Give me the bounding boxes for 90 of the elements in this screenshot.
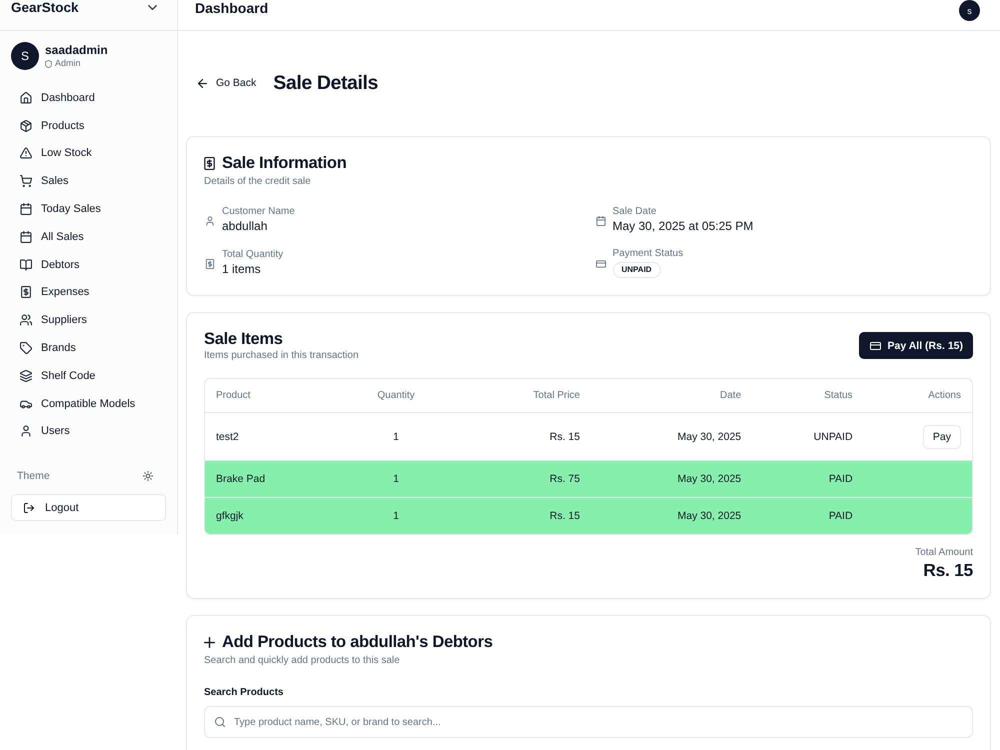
sidebar-item[interactable]: Shelf Code xyxy=(6,362,171,390)
sidebar-item[interactable]: Sales xyxy=(6,167,171,196)
receipt-dollar-icon xyxy=(20,286,32,298)
calendar-icon xyxy=(20,230,32,243)
pay-all-button[interactable]: Pay All (Rs. 15) xyxy=(858,332,973,359)
go-back-button[interactable]: Go Back xyxy=(187,70,264,96)
tag-icon xyxy=(20,342,32,354)
sidebar-item[interactable]: Suppliers xyxy=(6,306,171,334)
logout-icon xyxy=(24,502,34,513)
calendar-icon xyxy=(20,203,32,216)
page-title: Sale Details xyxy=(273,71,378,95)
sidebar-item[interactable]: Brands xyxy=(6,334,171,362)
home-icon xyxy=(20,92,32,104)
column-header: Total Price xyxy=(532,390,581,401)
total-label: Total Amount xyxy=(915,546,973,559)
field-label: Customer Name xyxy=(222,205,295,218)
table-cell-text: May 30, 2025 xyxy=(676,510,742,522)
table-cell-text: Rs. 15 xyxy=(548,430,581,442)
field-label: Sale Date xyxy=(612,205,656,218)
card-subtitle: Search and quickly add products to this sale xyxy=(204,654,401,667)
user-avatar[interactable]: s xyxy=(959,0,980,21)
user-role: Admin xyxy=(55,58,81,69)
table-cell-text: Rs. 75 xyxy=(548,473,581,485)
arrow-left-icon xyxy=(198,78,207,88)
card-title: Sale Items xyxy=(204,329,284,349)
receipt-dollar-icon xyxy=(205,259,215,269)
calendar-icon xyxy=(596,216,606,226)
pay-button[interactable]: Pay xyxy=(922,424,961,448)
chevron-down-icon[interactable] xyxy=(148,5,157,10)
user-name: saadadmin xyxy=(45,43,108,57)
total-amount: Rs. 15 xyxy=(923,559,973,581)
table-cell-text: gfkgjk xyxy=(215,510,244,522)
page-header-title: Dashboard xyxy=(195,0,268,16)
sidebar-item[interactable]: All Sales xyxy=(6,222,171,251)
search-icon xyxy=(215,717,225,727)
users-icon xyxy=(20,314,32,326)
table-cell-text: May 30, 2025 xyxy=(676,473,742,485)
table-cell-text: Brake Pad xyxy=(215,473,266,485)
card-title: Add Products to abdullah's Debtors xyxy=(222,632,493,652)
car-icon xyxy=(20,398,32,410)
field-label: Total Quantity xyxy=(222,248,284,261)
table-cell-text: PAID xyxy=(828,473,854,485)
sun-icon[interactable] xyxy=(143,471,153,482)
credit-card-icon xyxy=(596,259,606,269)
sidebar-item[interactable]: Today Sales xyxy=(6,195,171,223)
field-label: Payment Status xyxy=(612,247,684,260)
column-header: Date xyxy=(719,390,742,401)
status-badge: UNPAID xyxy=(612,262,661,278)
card-subtitle: Details of the credit sale xyxy=(204,175,312,188)
table-cell-text: UNPAID xyxy=(812,430,854,442)
layers-icon xyxy=(20,370,32,382)
search-field[interactable]: Type product name, SKU, or brand to search... xyxy=(204,706,973,738)
table-cell-text: test2 xyxy=(215,430,240,442)
book-icon xyxy=(20,258,32,271)
brand-name: GearStock xyxy=(11,0,79,16)
warning-triangle-icon xyxy=(20,147,32,160)
sidebar-item[interactable]: Users xyxy=(6,418,171,446)
table-cell-text: 1 xyxy=(392,430,400,442)
receipt-dollar-icon xyxy=(204,156,215,170)
table-cell-text: 1 xyxy=(392,510,400,522)
credit-card-icon xyxy=(870,342,881,350)
column-header: Actions xyxy=(927,390,962,401)
table-cell-text: May 30, 2025 xyxy=(676,430,742,442)
field-value: May 30, 2025 at 05:25 PM xyxy=(612,218,754,234)
cart-icon xyxy=(20,175,32,188)
theme-label: Theme xyxy=(17,470,50,482)
logout-button[interactable]: Logout xyxy=(11,494,166,522)
sidebar-item[interactable]: Low Stock xyxy=(6,140,171,168)
box-icon xyxy=(20,120,32,132)
shield-icon xyxy=(45,60,52,68)
sidebar-item[interactable]: Dashboard xyxy=(6,84,171,112)
plus-icon xyxy=(204,636,215,648)
user-icon xyxy=(205,216,215,226)
column-header: Status xyxy=(823,390,854,401)
card-subtitle: Items purchased in this transaction xyxy=(204,349,359,362)
sidebar-item[interactable]: Compatible Models xyxy=(6,390,171,418)
user-avatar: S xyxy=(11,42,39,70)
sidebar-item[interactable]: Debtors xyxy=(6,250,171,279)
field-value: 1 items xyxy=(222,261,261,277)
user-icon xyxy=(20,425,32,438)
column-header: Quantity xyxy=(376,390,416,401)
sidebar-item[interactable]: Expenses xyxy=(6,278,171,306)
card-title: Sale Information xyxy=(222,153,346,173)
search-label: Search Products xyxy=(204,686,284,699)
table-cell-text: Rs. 15 xyxy=(548,510,581,522)
column-header: Product xyxy=(215,390,252,401)
field-value: abdullah xyxy=(222,218,268,234)
sidebar-item[interactable]: Products xyxy=(6,112,171,140)
table-cell-text: 1 xyxy=(392,473,400,485)
table-cell-text: PAID xyxy=(828,510,854,522)
